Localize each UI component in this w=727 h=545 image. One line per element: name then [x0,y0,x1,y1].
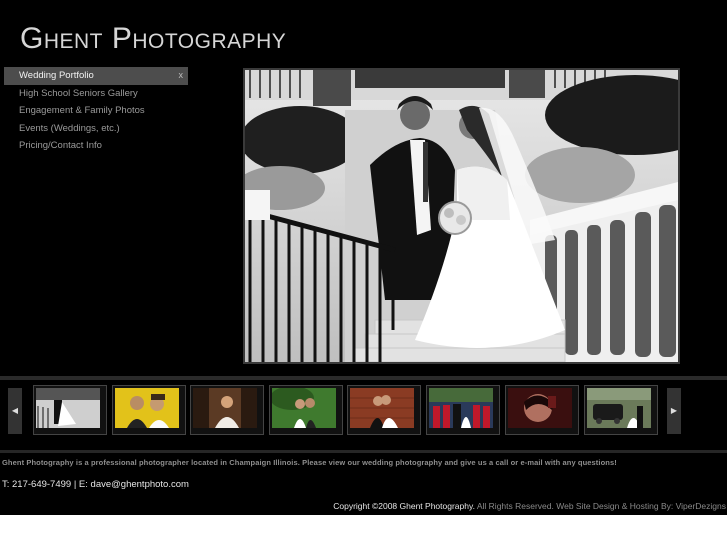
nav-item-high-school-seniors[interactable]: High School Seniors Gallery [4,85,188,103]
nav-item-label: Pricing/Contact Info [19,140,102,151]
nav-item-label: Events (Weddings, etc.) [19,122,120,134]
nav-item-label: Wedding Portfolio [19,70,94,81]
footer-divider [0,450,727,453]
thumbnail-6[interactable] [426,385,500,435]
nav-item-pricing-contact[interactable]: Pricing/Contact Info [4,137,188,155]
photo-thumbnail-icon [350,388,414,428]
photo-thumbnail-icon [115,388,179,428]
thumbnail-4[interactable] [269,385,343,435]
main-wedding-photo [245,70,678,362]
thumbnail-8[interactable] [584,385,658,435]
photo-thumbnail-icon [508,388,572,428]
thumbnail-1[interactable] [33,385,107,435]
chevron-left-icon: ◀ [11,406,19,415]
thumbnail-2[interactable] [112,385,186,435]
filmstrip-prev-button[interactable]: ◀ [8,388,22,434]
photo-thumbnail-icon [587,388,651,428]
photo-thumbnail-icon [429,388,493,428]
close-icon[interactable]: x [179,67,184,85]
site-tagline: Ghent Photography is a professional phot… [2,458,617,467]
nav-item-label: High School Seniors Gallery [19,87,138,99]
site-container: Ghent Photography Wedding Portfolio x Hi… [0,0,727,515]
main-photo-frame [243,68,680,364]
thumbnail-7[interactable] [505,385,579,435]
copyright-main: Copyright ©2008 Ghent Photography. [333,501,475,511]
photo-thumbnail-icon [272,388,336,428]
chevron-right-icon: ▶ [670,406,678,415]
nav-item-engagement-family[interactable]: Engagement & Family Photos [4,102,188,120]
copyright-credits: All Rights Reserved. Web Site Design & H… [474,501,726,511]
nav-item-label: Engagement & Family Photos [19,105,145,116]
contact-info: T: 217-649-7499 | E: dave@ghentphoto.com [2,479,189,490]
photo-thumbnail-icon [36,388,100,428]
thumbnail-5[interactable] [347,385,421,435]
thumbnail-filmstrip: ◀ ▶ [0,380,727,448]
gallery-nav: Wedding Portfolio x High School Seniors … [4,67,188,155]
copyright-notice: Copyright ©2008 Ghent Photography. All R… [333,501,726,511]
photo-thumbnail-icon [193,388,257,428]
nav-item-events[interactable]: Events (Weddings, etc.) [4,120,188,138]
site-logo[interactable]: Ghent Photography [20,22,286,56]
thumbnail-3[interactable] [190,385,264,435]
nav-item-wedding-portfolio[interactable]: Wedding Portfolio x [4,67,188,85]
filmstrip-next-button[interactable]: ▶ [667,388,681,434]
